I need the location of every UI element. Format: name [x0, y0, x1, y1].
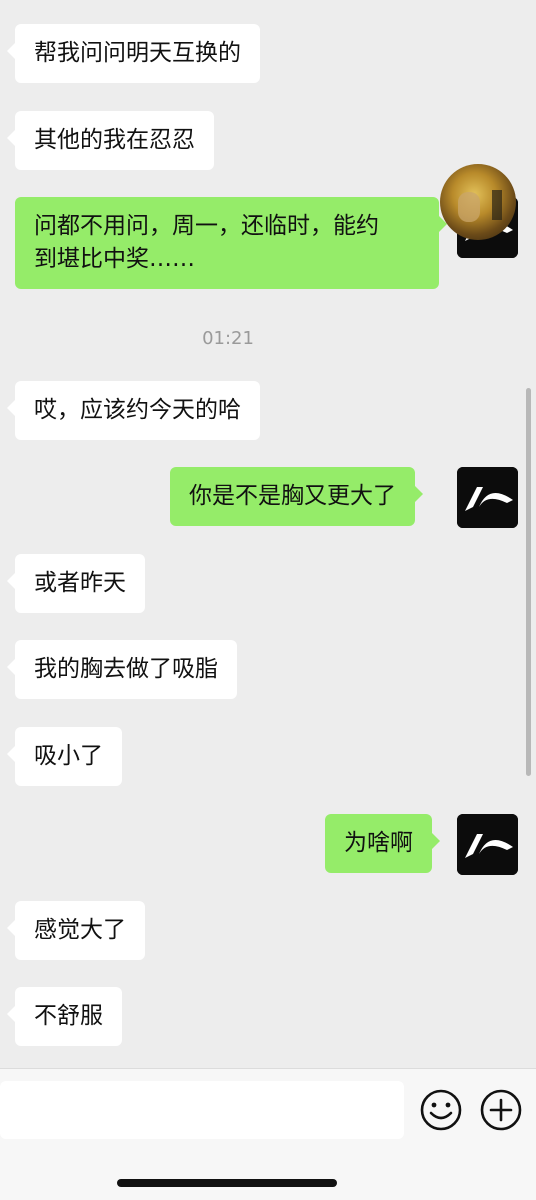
message-bubble-sent[interactable]: 为啥啊	[325, 814, 440, 873]
avatar-figure-decoration	[458, 192, 480, 222]
message-bubble-received[interactable]: 哎，应该约今天的哈	[7, 381, 260, 440]
gold-painting-avatar-icon[interactable]	[440, 164, 516, 240]
emoji-button[interactable]	[419, 1088, 463, 1132]
black-swoosh-avatar-icon	[457, 467, 518, 528]
message-bubble-received[interactable]: 或者昨天	[7, 554, 145, 613]
input-bar	[0, 1068, 536, 1200]
message-input[interactable]	[0, 1081, 404, 1139]
message-bubble-received[interactable]: 不舒服	[7, 987, 122, 1046]
plus-circle-icon	[480, 1089, 522, 1131]
message-bubble-received[interactable]: 其他的我在忍忍	[7, 111, 214, 170]
message-bubble-received[interactable]: 帮我问问明天互换的	[7, 24, 260, 83]
message-bubble-received[interactable]: 感觉大了	[7, 901, 145, 960]
home-indicator[interactable]	[117, 1179, 337, 1187]
sender-avatar[interactable]	[457, 467, 518, 528]
message-bubble-sent[interactable]: 问都不用问，周一，还临时，能约 到堪比中奖……	[15, 197, 447, 289]
more-button[interactable]	[479, 1088, 523, 1132]
chat-scrollbar[interactable]	[526, 388, 531, 776]
smiley-face-icon	[420, 1089, 462, 1131]
chat-area: 帮我问问明天互换的 其他的我在忍忍 问都不用问，周一，还临时，能约 到堪比中奖……	[0, 0, 536, 1068]
message-bubble-received[interactable]: 吸小了	[7, 727, 122, 786]
message-timestamp: 01:21	[202, 328, 254, 349]
avatar-seal-decoration	[492, 190, 502, 220]
message-bubble-sent[interactable]: 你是不是胸又更大了	[170, 467, 423, 526]
message-bubble-received[interactable]: 我的胸去做了吸脂	[7, 640, 237, 699]
black-swoosh-avatar-icon	[457, 814, 518, 875]
sender-avatar[interactable]	[457, 814, 518, 875]
